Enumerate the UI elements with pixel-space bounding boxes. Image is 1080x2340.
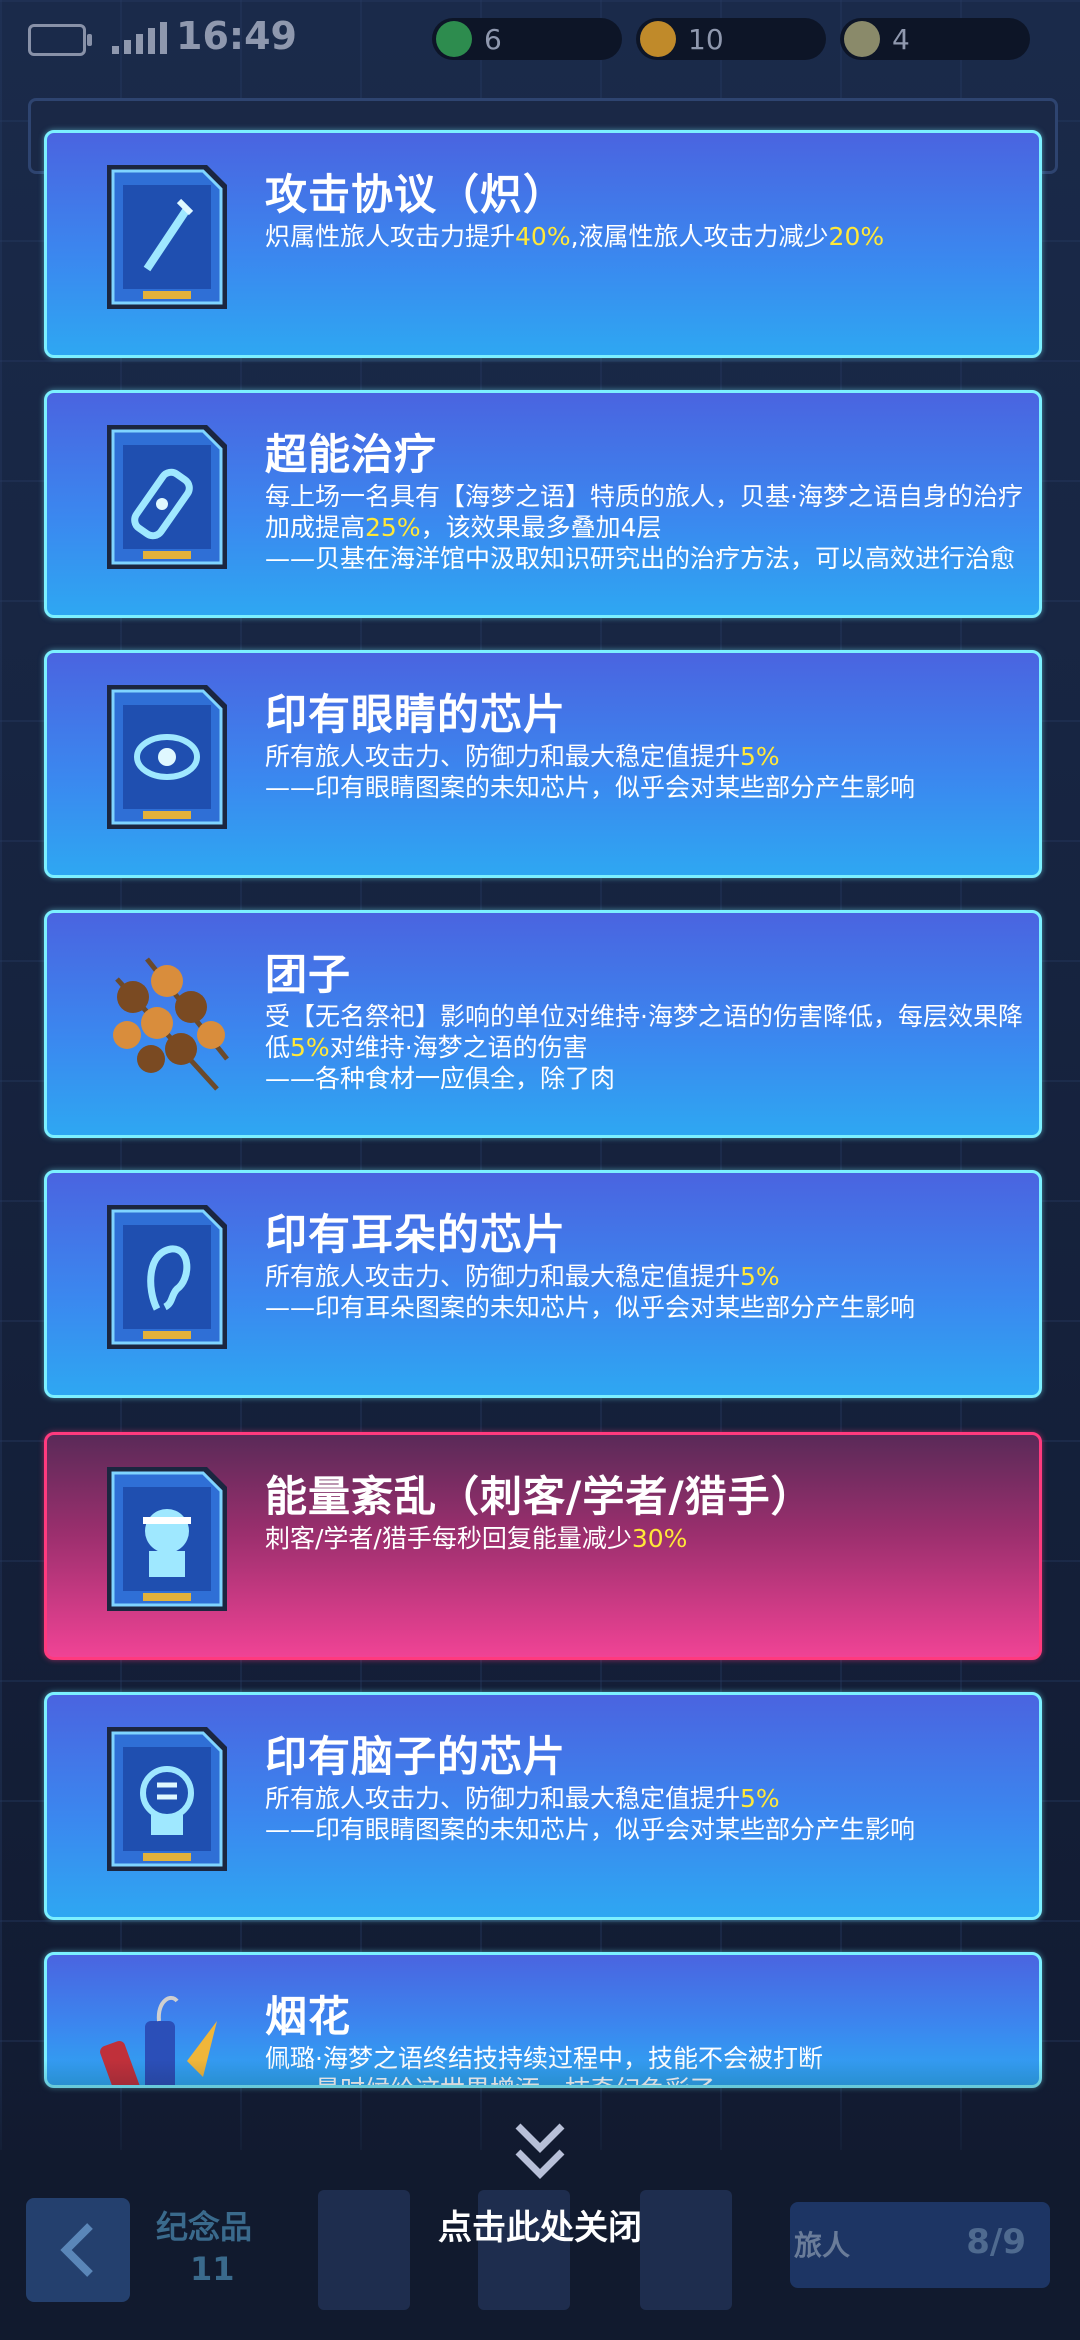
chip-brain-icon <box>107 1727 227 1871</box>
token-icon <box>844 21 880 57</box>
chip-eye-icon <box>107 685 227 829</box>
card-description: 所有旅人攻击力、防御力和最大稳定值提升5% ——印有耳朵图案的未知芯片，似乎会对某… <box>265 1261 1025 1323</box>
souvenir-card[interactable]: 能量紊乱（刺客/学者/猎手） 刺客/学者/猎手每秒回复能量减少30% <box>44 1432 1042 1660</box>
highlight-value: 40% <box>515 222 571 251</box>
card-description: 所有旅人攻击力、防御力和最大稳定值提升5% ——印有眼睛图案的未知芯片，似乎会对某… <box>265 741 1025 803</box>
description-text: ——印有耳朵图案的未知芯片，似乎会对某些部分产生影响 <box>265 1293 916 1322</box>
card-title: 印有耳朵的芯片 <box>265 1210 567 1259</box>
highlight-value: 30% <box>631 1524 688 1553</box>
card-description: 刺客/学者/猎手每秒回复能量减少30% <box>265 1523 1025 1554</box>
battery-icon <box>28 24 92 56</box>
close-hint-button[interactable]: 点击此处关闭 <box>0 2200 1080 2249</box>
resource-gold-value: 10 <box>688 22 724 56</box>
souvenir-card[interactable]: 超能治疗 每上场一名具有【海梦之语】特质的旅人，贝基·海梦之语自身的治疗加成提高2… <box>44 390 1042 618</box>
chip-sword-icon <box>107 165 227 309</box>
highlight-value: 25% <box>365 513 421 542</box>
description-text: 对维持·海梦之语的伤害 <box>329 1033 588 1062</box>
resource-token-value: 4 <box>892 22 910 56</box>
description-text: 所有旅人攻击力、防御力和最大稳定值提升 <box>265 742 741 771</box>
chip-ear-icon <box>107 1205 227 1349</box>
description-text: 所有旅人攻击力、防御力和最大稳定值提升 <box>265 1784 741 1813</box>
dango-icon <box>113 957 229 1091</box>
gold-coin-icon <box>640 21 676 57</box>
card-title: 超能治疗 <box>265 430 438 479</box>
clock: 16:49 <box>176 14 297 58</box>
description-text: ——印有眼睛图案的未知芯片，似乎会对某些部分产生影响 <box>265 1815 916 1844</box>
souvenir-card[interactable]: 攻击协议（炽） 炽属性旅人攻击力提升40%,液属性旅人攻击力减少20% <box>44 130 1042 358</box>
card-description: 炽属性旅人攻击力提升40%,液属性旅人攻击力减少20% <box>265 221 1025 252</box>
card-title: 能量紊乱（刺客/学者/猎手） <box>265 1472 814 1521</box>
resource-green: 6 <box>432 18 622 60</box>
description-text: ——印有眼睛图案的未知芯片，似乎会对某些部分产生影响 <box>265 773 916 802</box>
description-text: ，该效果最多叠加4层 <box>420 513 662 542</box>
description-text: ,液属性旅人攻击力减少 <box>570 222 829 251</box>
description-text: 刺客/学者/猎手每秒回复能量减少 <box>265 1524 632 1553</box>
chip-bandage-icon <box>107 425 227 569</box>
resource-green-value: 6 <box>484 22 502 56</box>
green-orb-icon <box>436 21 472 57</box>
highlight-value: 20% <box>828 222 885 251</box>
souvenir-count: 11 <box>190 2250 235 2288</box>
souvenir-card[interactable]: 印有眼睛的芯片 所有旅人攻击力、防御力和最大稳定值提升5% ——印有眼睛图案的未知芯… <box>44 650 1042 878</box>
resource-gold: 10 <box>636 18 826 60</box>
card-description: 每上场一名具有【海梦之语】特质的旅人，贝基·海梦之语自身的治疗加成提高25%，该… <box>265 481 1025 574</box>
description-text: 炽属性旅人攻击力提升 <box>265 222 516 251</box>
chip-head-icon <box>107 1467 227 1611</box>
highlight-value: 5% <box>740 1262 780 1291</box>
card-title: 印有眼睛的芯片 <box>265 690 567 739</box>
description-text: ——贝基在海洋馆中汲取知识研究出的治疗方法，可以高效进行治愈 <box>265 544 1016 573</box>
souvenir-card[interactable]: 团子 受【无名祭祀】影响的单位对维持·海梦之语的伤害降低，每层效果降低5%对维持·… <box>44 910 1042 1138</box>
card-title: 团子 <box>265 950 352 999</box>
card-description: 受【无名祭祀】影响的单位对维持·海梦之语的伤害降低，每层效果降低5%对维持·海梦… <box>265 1001 1025 1094</box>
status-bar: 16:49 6 10 4 <box>0 0 1080 80</box>
description-text: 所有旅人攻击力、防御力和最大稳定值提升 <box>265 1262 741 1291</box>
signal-icon <box>112 22 167 54</box>
souvenir-card[interactable]: 印有脑子的芯片 所有旅人攻击力、防御力和最大稳定值提升5% ——印有眼睛图案的未知芯… <box>44 1692 1042 1920</box>
highlight-value: 5% <box>740 742 780 771</box>
highlight-value: 5% <box>740 1784 780 1813</box>
card-title: 烟花 <box>265 1992 352 2041</box>
card-title: 攻击协议（炽） <box>265 170 567 219</box>
highlight-value: 5% <box>290 1033 330 1062</box>
resource-token: 4 <box>840 18 1030 60</box>
chevrons-down-icon[interactable] <box>510 2112 570 2192</box>
card-title: 印有脑子的芯片 <box>265 1732 567 1781</box>
souvenir-card[interactable]: 印有耳朵的芯片 所有旅人攻击力、防御力和最大稳定值提升5% ——印有耳朵图案的未知芯… <box>44 1170 1042 1398</box>
card-description: 所有旅人攻击力、防御力和最大稳定值提升5% ——印有眼睛图案的未知芯片，似乎会对某… <box>265 1783 1025 1845</box>
description-text: ——各种食材一应俱全，除了肉 <box>265 1064 616 1093</box>
